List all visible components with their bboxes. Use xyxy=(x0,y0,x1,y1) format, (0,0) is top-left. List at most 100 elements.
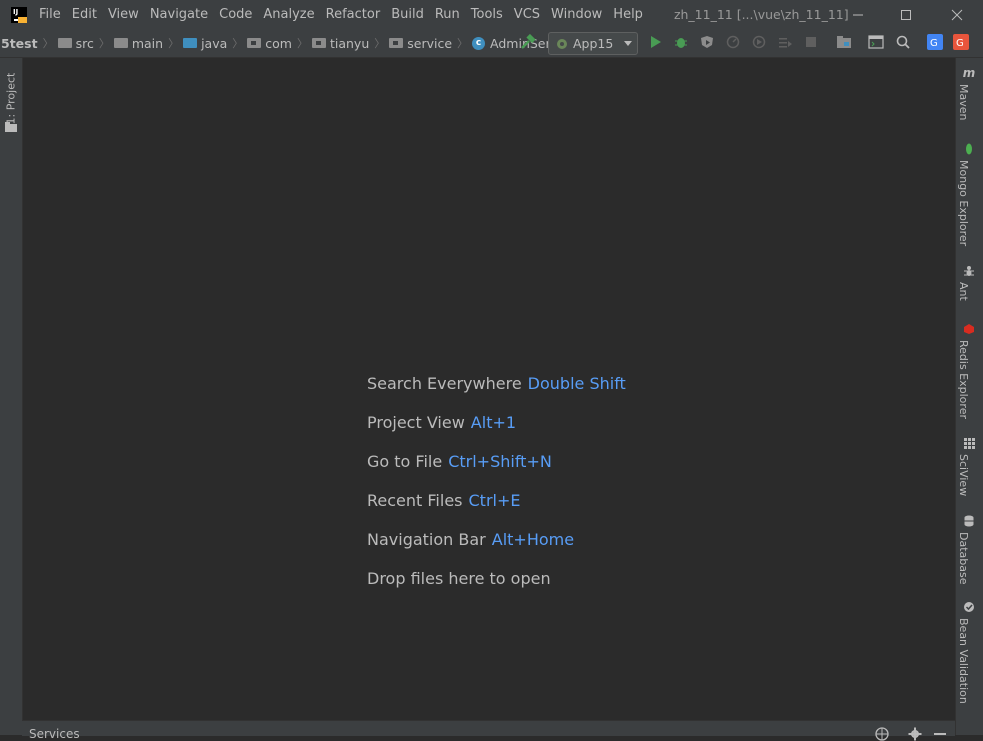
mongo-leaf-icon xyxy=(962,142,976,156)
menu-window[interactable]: Window xyxy=(551,7,602,22)
menu-tools[interactable]: Tools xyxy=(471,7,503,22)
menu-refactor[interactable]: Refactor xyxy=(326,7,381,22)
chevron-right-icon: 〉 xyxy=(168,37,180,50)
tool-tab-label: Redis Explorer xyxy=(957,340,970,419)
run-with-coverage-button[interactable] xyxy=(699,34,715,50)
menu-vcs[interactable]: VCS xyxy=(514,7,540,22)
ant-icon xyxy=(962,264,976,278)
project-tab-label: 1: Project xyxy=(4,72,18,125)
breadcrumb-tianyu[interactable]: tianyu 〉 xyxy=(311,35,389,51)
breadcrumb-label: tianyu xyxy=(329,35,370,51)
coverage-shield-icon xyxy=(701,36,713,48)
tool-tab-label: Bean Validation xyxy=(957,618,970,704)
breadcrumb-label: main xyxy=(131,35,164,51)
chevron-right-icon: 〉 xyxy=(457,37,469,50)
google-translate-icon: G xyxy=(927,34,943,50)
project-structure-button[interactable] xyxy=(836,34,852,50)
debug-button[interactable] xyxy=(673,34,689,50)
hint-shortcut: Ctrl+Shift+N xyxy=(448,452,552,471)
right-tool-strip: m Maven Mongo Explorer Ant Redis Explore… xyxy=(955,58,983,735)
hint-label: Recent Files xyxy=(367,491,463,510)
sciview-grid-icon xyxy=(962,436,976,450)
bean-validation-icon xyxy=(962,600,976,614)
maximize-icon xyxy=(901,9,911,20)
breadcrumb-java[interactable]: java 〉 xyxy=(183,35,247,51)
chevron-right-icon: 〉 xyxy=(98,37,110,50)
hint-go-to-file: Go to File Ctrl+Shift+N xyxy=(367,452,552,471)
minimize-panel-icon[interactable] xyxy=(934,732,946,736)
hint-shortcut: Ctrl+E xyxy=(468,491,521,510)
stop-button[interactable] xyxy=(803,34,819,50)
menu-file[interactable]: File xyxy=(39,7,61,22)
tool-tab-mongo-explorer[interactable]: Mongo Explorer xyxy=(956,142,983,246)
hint-navigation-bar: Navigation Bar Alt+Home xyxy=(367,530,574,549)
globe-icon[interactable] xyxy=(875,727,889,741)
breadcrumb-label: service xyxy=(407,35,453,51)
services-panel-header[interactable]: Services xyxy=(22,720,955,741)
class-icon: c xyxy=(472,36,486,50)
profiler-icon xyxy=(726,35,740,49)
list-run-icon xyxy=(779,38,792,48)
left-tool-strip xyxy=(0,58,23,735)
gear-icon[interactable] xyxy=(908,727,922,741)
translate-plugin-button[interactable]: G xyxy=(953,34,969,50)
attach-button[interactable] xyxy=(751,34,767,50)
run-configuration-dropdown[interactable]: App15 xyxy=(548,32,638,55)
tool-tab-bean-validation[interactable]: Bean Validation xyxy=(956,600,983,706)
tool-tab-label: SciView xyxy=(957,454,970,497)
menu-build[interactable]: Build xyxy=(391,7,424,22)
redis-icon xyxy=(962,322,976,336)
hint-shortcut: Alt+Home xyxy=(491,530,575,549)
hint-drop-files: Drop files here to open xyxy=(367,569,551,588)
spring-boot-icon xyxy=(557,38,567,49)
chevron-right-icon: 〉 xyxy=(232,37,244,50)
stop-icon xyxy=(806,37,816,47)
menu-analyze[interactable]: Analyze xyxy=(263,7,314,22)
breadcrumb-label: com xyxy=(265,35,292,51)
menu-run[interactable]: Run xyxy=(435,7,460,22)
run-button[interactable] xyxy=(647,34,663,50)
intellij-logo-icon[interactable]: IJ xyxy=(11,6,27,23)
chevron-right-icon: 〉 xyxy=(374,37,386,50)
chevron-down-icon xyxy=(624,40,633,46)
breadcrumb-src[interactable]: src 〉 xyxy=(57,35,114,51)
breadcrumb-service[interactable]: service 〉 xyxy=(389,35,472,51)
tool-tab-database[interactable]: Database xyxy=(956,514,983,585)
hint-project-view: Project View Alt+1 xyxy=(367,413,516,432)
tool-tab-maven[interactable]: m Maven xyxy=(956,66,983,124)
minimize-button[interactable] xyxy=(835,0,881,29)
project-tool-tab[interactable]: 1: Project xyxy=(3,66,19,132)
search-icon xyxy=(896,35,910,49)
package-icon xyxy=(311,38,326,48)
services-label: Services xyxy=(29,727,80,741)
breadcrumb-project[interactable]: 5test 〉 xyxy=(1,35,58,51)
close-icon xyxy=(951,9,963,20)
menu-view[interactable]: View xyxy=(108,7,139,22)
menu-edit[interactable]: Edit xyxy=(72,7,97,22)
tool-tab-ant[interactable]: Ant xyxy=(956,264,983,304)
translate-button[interactable]: G xyxy=(927,34,943,50)
chevron-right-icon: 〉 xyxy=(42,37,54,50)
tool-tab-sciview[interactable]: SciView xyxy=(956,436,983,496)
menu-help[interactable]: Help xyxy=(613,7,643,22)
folder-icon xyxy=(113,38,128,48)
maximize-button[interactable] xyxy=(883,0,929,29)
hint-label: Project View xyxy=(367,413,465,432)
database-icon xyxy=(962,514,976,528)
tool-tab-redis-explorer[interactable]: Redis Explorer xyxy=(956,322,983,419)
window-title: zh_11_11 [...\vue\zh_11_11] xyxy=(673,7,849,22)
build-hammer-icon[interactable] xyxy=(520,34,536,50)
search-button[interactable] xyxy=(895,34,911,50)
profile-button[interactable] xyxy=(725,34,741,50)
menu-code[interactable]: Code xyxy=(219,7,252,22)
run-config-list-button[interactable] xyxy=(777,34,793,50)
hint-search-everywhere: Search Everywhere Double Shift xyxy=(367,374,626,393)
menu-navigate[interactable]: Navigate xyxy=(150,7,208,22)
attach-debugger-icon xyxy=(752,35,766,49)
translate-plugin-icon: G xyxy=(953,34,969,50)
close-button[interactable] xyxy=(931,0,983,29)
breadcrumb-com[interactable]: com 〉 xyxy=(247,35,312,51)
folder-icon xyxy=(57,38,72,48)
terminal-button[interactable] xyxy=(868,34,884,50)
breadcrumb-main[interactable]: main 〉 xyxy=(113,35,183,51)
